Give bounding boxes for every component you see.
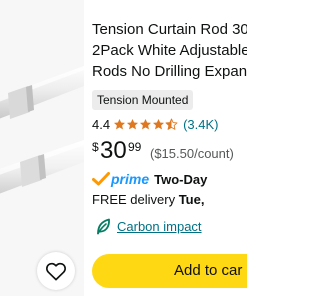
curtain-rods-image — [0, 66, 84, 194]
prime-check-icon — [92, 172, 110, 186]
rating-count-link[interactable]: (3.4K) — [183, 117, 218, 132]
star-icon — [153, 118, 165, 129]
delivery-info: FREE delivery Tue, — [92, 192, 204, 207]
price-symbol: $ — [92, 140, 99, 154]
tension-mounted-badge: Tension Mounted — [92, 90, 194, 110]
unit-price: ($15.50/count) — [150, 146, 234, 161]
product-title-line: Tension Curtain Rod 30 — [92, 21, 247, 38]
prime-delivery: prime Two-Day — [92, 170, 207, 188]
carbon-impact-label[interactable]: Carbon impact — [117, 219, 202, 234]
star-half-icon — [165, 118, 178, 130]
rating-row[interactable]: 4.4 (3.4K) — [92, 115, 218, 133]
product-info: Tension Curtain Rod 30 2Pack White Adjus… — [92, 0, 247, 296]
star-icon — [127, 118, 139, 129]
heart-outline-icon — [46, 262, 66, 281]
star-rating — [113, 118, 178, 131]
star-icon — [140, 118, 152, 129]
price-whole: 30 — [100, 137, 127, 164]
star-icon — [114, 118, 126, 129]
prime-label: prime — [111, 171, 150, 187]
carbon-impact-link[interactable]: Carbon impact — [96, 216, 202, 236]
price-fraction: 99 — [128, 140, 142, 154]
prime-speed: Two-Day — [154, 171, 208, 187]
product-image[interactable] — [0, 0, 84, 296]
product-title-line: 2Pack White Adjustable — [92, 42, 247, 59]
delivery-date: Tue, — [178, 192, 205, 207]
leaf-icon — [97, 218, 110, 234]
add-to-cart-button[interactable]: Add to car — [92, 254, 247, 288]
rating-value: 4.4 — [92, 116, 111, 132]
product-title-line: Rods No Drilling Expan — [92, 63, 247, 80]
wishlist-button[interactable] — [37, 252, 75, 290]
product-card[interactable]: Tension Curtain Rod 30 2Pack White Adjus… — [0, 0, 247, 296]
product-title[interactable]: Tension Curtain Rod 30 2Pack White Adjus… — [92, 19, 247, 82]
delivery-prefix: FREE delivery — [92, 192, 179, 207]
